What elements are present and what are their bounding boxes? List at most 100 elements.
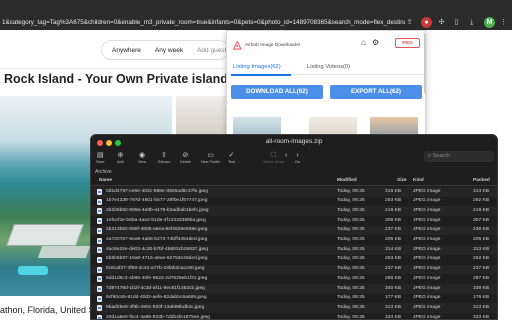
file-name: 7d97478d-1b2f-4c3d-af11-9ec61f1453cb.jpe… [106,285,205,291]
table-row[interactable]: 20d1a6e0-f5c4-4a95-833b-7d2b4fe1875ee.jp… [91,313,497,320]
file-size: 219 KB [385,207,402,213]
file-modified: Today, 09:25 [337,285,365,291]
column-name[interactable]: Name [99,178,112,183]
toolbar-item[interactable]: ▭ New Folder [201,151,220,164]
jpeg-file-icon [97,286,102,292]
toolbar-item[interactable]: ◉ View [138,151,146,164]
file-name: 9bad25e9-4f9b-490c-933f-13ab99bdb4c.jpeg [106,304,205,310]
column-packed[interactable]: Packed [473,178,490,183]
table-row[interactable]: 5b5b5b87-19a0-4715-a6ae-62753e28ded.jpeg… [91,255,497,265]
scrollbar[interactable] [424,33,426,93]
pro-button[interactable]: PRO [395,38,420,48]
search-any-week[interactable]: Any week [155,47,183,54]
table-row[interactable]: 0d1d4797-ce6e-403c-858e-3926ad9c37fe.jpe… [91,187,497,197]
file-packed: 313 KB [473,246,490,252]
table-row[interactable]: 4ac8e24e-de03-4c30-b7bf-45603cb26837.jpe… [91,245,497,255]
file-size: 288 KB [385,275,402,281]
file-size: 177 KB [385,295,402,301]
add-icon: ⊕ [117,152,124,159]
active-tab-indicator [231,74,291,76]
export-all-button[interactable]: EXPORT ALL(62) [330,85,422,99]
file-kind: JPEG image [413,198,441,204]
view-icon: ◉ [139,152,146,159]
column-modified[interactable]: Modified [337,178,357,183]
file-name: 5c6caf37-3f58-4c42-a77b-23fab3cacc60.jpe… [106,266,205,272]
toolbar-item[interactable]: ⊕ Add [117,151,124,164]
extension-icon[interactable]: ● [421,17,432,28]
file-kind: JPEG image [413,314,441,320]
resort-deck [37,246,91,258]
toolbar-item[interactable]: ✓ Test [228,151,235,164]
share-icon[interactable]: ⇪ [404,17,415,28]
table-row[interactable]: 4a720767-6ea9-4ab8-b272-74bff4454ded.jpe… [91,236,497,246]
delete-icon: ⊘ [182,152,189,159]
file-size: 334 KB [385,314,402,320]
table-row[interactable]: 7d97478d-1b2f-4c3d-af11-9ec61f1453cb.jpe… [91,284,497,294]
file-size: 237 KB [385,227,402,233]
table-row[interactable]: 5c6caf37-3f58-4c42-a77b-23fab3cacc60.jpe… [91,264,497,275]
breadcrumb[interactable]: Archive [95,169,112,175]
listing-location: athon, Florida, United S [0,305,95,315]
tab-listing-images[interactable]: Listing Images(62) [233,64,281,70]
new-folder-icon: ▭ [207,152,215,159]
download-all-button[interactable]: DOWNLOAD ALL(62) [231,85,323,99]
file-size: 293 KB [385,198,402,204]
file-modified: Today, 09:25 [337,295,365,301]
file-packed: 236 KB [473,227,490,233]
file-kind: JPEG image [413,304,441,310]
search-bar[interactable]: Anywhere Any week Add guests [101,40,230,60]
search-input[interactable]: ⌕ Search [424,151,494,162]
search-add-guests[interactable]: Add guests [197,47,230,54]
file-modified: Today, 09:25 [337,227,365,233]
search-anywhere[interactable]: Anywhere [112,47,141,54]
extension-tabs: Listing Images(62) Listing Videos(0) [227,61,427,75]
sidebar-icon[interactable]: ▯ [451,17,462,28]
file-packed: 237 KB [473,266,490,272]
file-modified: Today, 09:25 [337,314,365,320]
table-row[interactable]: 9bad25e9-4f9b-490c-933f-13ab99bdb4c.jpeg… [91,303,497,314]
file-packed: 219 KB [473,207,490,213]
file-name: 20d1a6e0-f5c4-4a95-833b-7d2b4fe1875ee.jp… [106,314,210,320]
puzzle-icon[interactable]: ✣ [436,17,447,28]
file-packed: 205 KB [473,237,490,242]
extension-title: Airbnb Image Downloader [245,43,301,48]
home-icon[interactable]: ⌂ [361,38,366,47]
column-size[interactable]: Size [397,178,407,183]
file-kind: JPEG image [413,246,441,252]
table-row[interactable]: 5dd1d6c3-4b88-40fe-9623-2d7629eb1f31.jpe… [91,274,497,284]
column-kind[interactable]: Kind [413,178,424,183]
file-modified: Today, 09:25 [337,246,365,252]
toolbar-item[interactable]: ☐ Select Items [263,151,284,164]
file-kind: JPEG image [413,207,441,213]
download-icon[interactable]: ⤓ [466,17,477,28]
toolbar-label: Extract [158,160,170,164]
file-name: 5dd1d6c3-4b88-40fe-9623-2d7629eb1f31.jpe… [106,275,208,281]
file-kind: JPEG image [413,256,441,262]
toolbar-item[interactable]: ⇧ Extract [158,151,170,164]
profile-avatar[interactable]: M [484,17,495,28]
address-bar[interactable]: 1&category_tag=Tag%3A675&children=0&enab… [0,15,405,30]
table-header: Name Modified Size Kind Packed [91,177,497,186]
table-row[interactable]: 2b1b6b62-009a-4e0b-a178-b2adbab1befc.jpe… [91,206,497,217]
menu-icon[interactable]: ⋮ [498,17,509,28]
tab-listing-videos[interactable]: Listing Videos(0) [307,64,350,70]
file-packed: 339 KB [473,285,490,291]
table-row[interactable]: 1b7e4339-797d-4601-b577-29f0e1f67747.jpe… [91,197,497,207]
table-row[interactable]: 1efcef3e-b6ba-4ae2-b1de-4f12433389ba.jpe… [91,216,497,226]
toolbar-item[interactable]: › Go [295,151,300,164]
file-name: 1efcef3e-b6ba-4ae2-b1de-4f12433389ba.jpe… [106,217,206,223]
toolbar-item[interactable]: ⊘ Delete [180,151,191,164]
gear-icon[interactable]: ⚙ [372,38,379,47]
listing-side-photo[interactable] [176,96,228,134]
file-modified: Today, 09:25 [337,217,365,223]
table-row[interactable]: 2b213b62-066f-4605-a6ea-8ef2629e639e.jpe… [91,225,497,236]
toolbar-label: Test [228,160,235,164]
table-row[interactable]: 9cf90c55-91dd-40d3-aefe-82dabbc6a669.jpe… [91,294,497,304]
toolbar-item[interactable]: ‹ [285,151,287,160]
extension-popup: ◬ Airbnb Image Downloader ⌂ ⚙ PRO Listin… [226,30,427,148]
toolbar-item[interactable]: ▤ Save [96,151,105,164]
extract-icon: ⇧ [160,152,167,159]
file-name: 0d1d4797-ce6e-403c-858e-3926ad9c37fe.jpe… [106,188,208,194]
file-kind: JPEG image [413,285,441,291]
file-name: 2b1b6b62-009a-4e0b-a178-b2adbab1befc.jpe… [106,207,209,213]
